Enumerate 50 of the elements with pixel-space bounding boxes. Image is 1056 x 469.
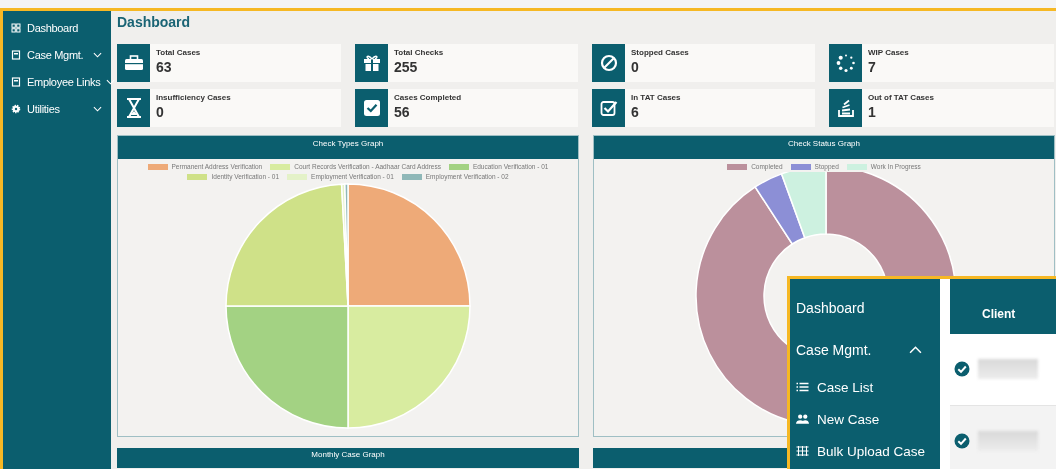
document-icon [11, 49, 21, 60]
panel-title: Check Types Graph [312, 139, 384, 148]
sidebar-item[interactable]: Employee Links [3, 68, 111, 95]
stat-value: 6 [631, 104, 640, 120]
stat-label: Out of TAT Cases [868, 93, 934, 102]
gift-icon [362, 54, 381, 72]
spinner-icon [835, 53, 856, 73]
hourglass-icon [125, 98, 142, 118]
stack-icon [836, 98, 855, 118]
sidebar-item[interactable]: Case Mgmt. [790, 329, 940, 371]
stat-value: 7 [868, 59, 877, 75]
grid-icon [11, 22, 21, 33]
gear-icon [11, 103, 21, 114]
chevron-icon [93, 105, 102, 112]
sidebar-item[interactable]: Case Mgmt. [3, 41, 111, 68]
stat-value: 255 [394, 59, 419, 75]
blurred-text [978, 359, 1038, 380]
document-icon [11, 76, 21, 87]
sidebar-item[interactable]: Dashboard [790, 287, 940, 329]
panel-title: Check Status Graph [787, 139, 860, 148]
sidebar-item[interactable]: Dashboard [3, 14, 111, 41]
stat-label: Stopped Cases [631, 48, 689, 57]
stat-value: 0 [631, 59, 640, 75]
checkbox-icon [362, 99, 381, 117]
chevron-icon [106, 78, 116, 85]
checkbox-icon [599, 99, 618, 117]
chevron-icon [93, 51, 102, 58]
submenu-item[interactable]: New Case [790, 403, 940, 435]
briefcase-icon [123, 55, 144, 71]
stat-value: 1 [868, 104, 877, 120]
page-title: Dashboard [117, 14, 192, 30]
stat-value: 56 [394, 104, 411, 120]
stat-label: Insufficiency Cases [156, 93, 231, 102]
grid-icon [796, 446, 809, 456]
sidebar-item[interactable]: Utilities [3, 95, 111, 122]
column-header: Client [982, 306, 1016, 321]
panel-title: Monthly Case Graph [311, 450, 385, 459]
stat-label: In TAT Cases [631, 93, 681, 102]
stat-label: Cases Completed [394, 93, 462, 102]
stat-value: 0 [156, 104, 165, 120]
stat-label: Total Checks [394, 48, 444, 57]
submenu-item[interactable]: Bulk Upload Case [790, 435, 940, 467]
stat-value: 63 [156, 59, 173, 75]
ban-icon [599, 54, 618, 72]
stat-label: Total Cases [156, 48, 201, 57]
list-icon [796, 382, 809, 392]
stat-label: WIP Cases [868, 48, 909, 57]
users-icon [796, 414, 809, 424]
submenu-item[interactable]: Case List [790, 371, 940, 403]
chevron-icon [909, 346, 922, 354]
